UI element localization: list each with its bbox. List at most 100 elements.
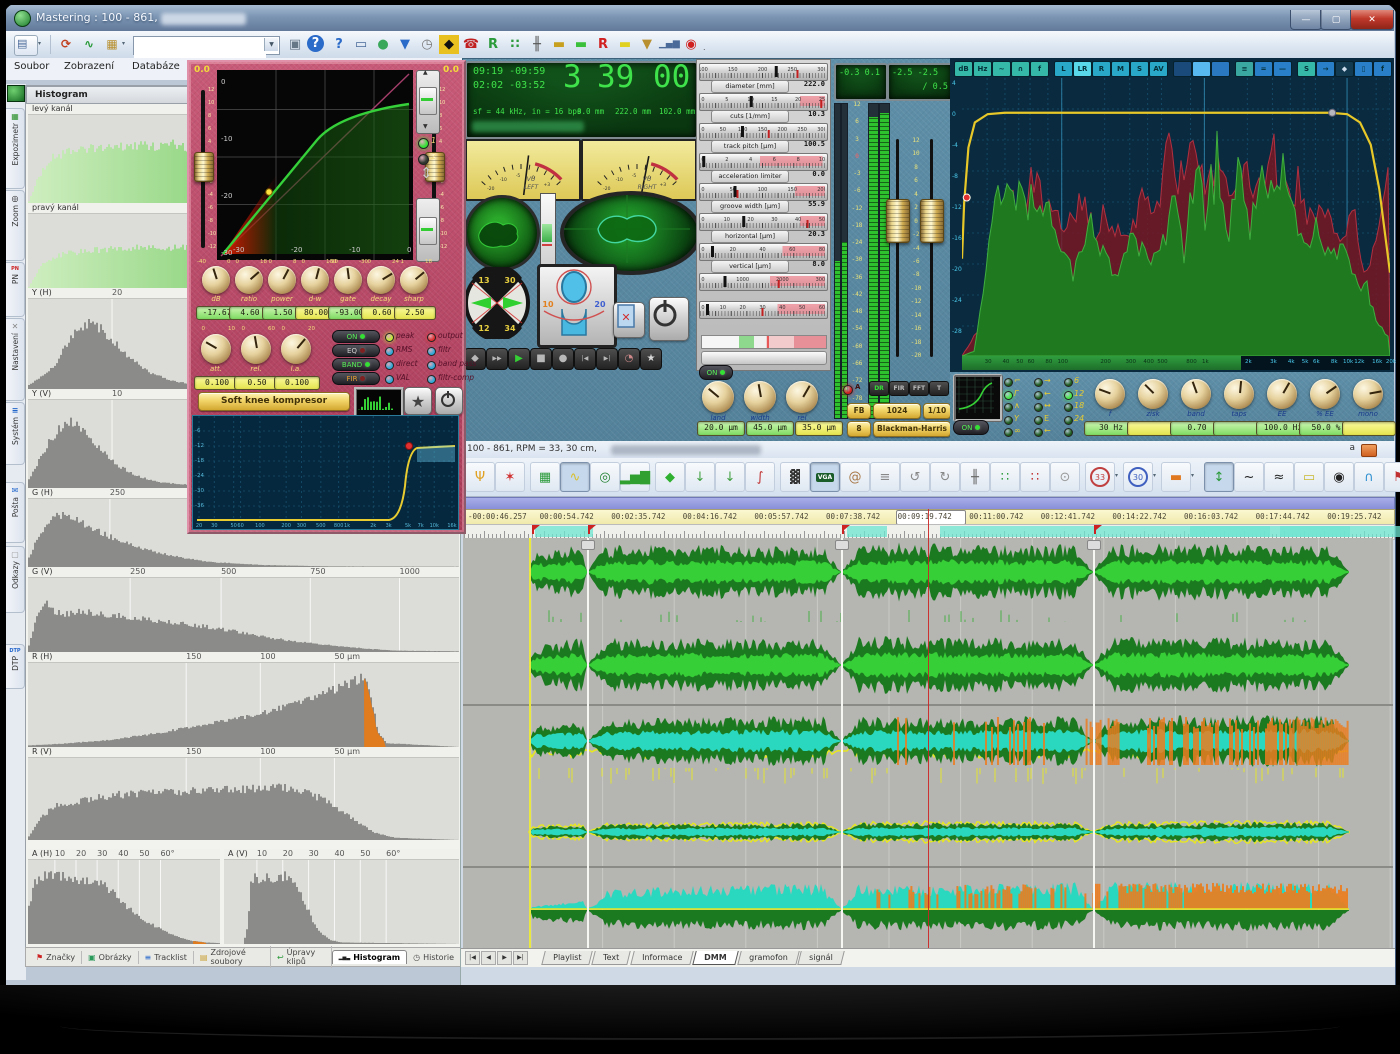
filter-shape-icon[interactable]: ∞ bbox=[1014, 426, 1030, 436]
spectrum-toolbar-button-2[interactable]: ~ bbox=[992, 61, 1011, 77]
record-icon[interactable]: ◉ bbox=[681, 35, 701, 54]
mode-button-T[interactable]: T bbox=[929, 381, 949, 396]
spectrum-toolbar-button-17[interactable]: S bbox=[1297, 61, 1316, 77]
knob-ratio[interactable] bbox=[235, 266, 263, 294]
rpm30-icon[interactable]: 30 bbox=[1123, 462, 1153, 492]
dmm-tab-playlist[interactable]: Playlist bbox=[541, 951, 593, 965]
spectrum-toolbar-button-14[interactable]: ≡ bbox=[1235, 61, 1254, 77]
filter-shape-icon[interactable]: ⌐ bbox=[1014, 376, 1030, 386]
nav-button[interactable]: ▶| bbox=[513, 951, 528, 965]
rpm30-icon-dropdown[interactable]: ▾ bbox=[1153, 472, 1159, 482]
refresh-icon[interactable]: ⟳ bbox=[56, 35, 76, 54]
nav-button[interactable]: ◀ bbox=[481, 951, 496, 965]
r-green-icon[interactable]: R bbox=[483, 35, 503, 54]
dsp-button-1024[interactable]: 1024 bbox=[873, 403, 921, 419]
clip-marker-box[interactable] bbox=[835, 540, 849, 550]
nav-button[interactable]: ▶ bbox=[497, 951, 512, 965]
maximize-button[interactable]: ▢ bbox=[1320, 10, 1352, 30]
mode-button-DR[interactable]: DR bbox=[869, 381, 889, 396]
rpm33-icon-dropdown[interactable]: ▾ bbox=[1115, 472, 1121, 482]
spectrum-toolbar-button-9[interactable]: S bbox=[1130, 61, 1149, 77]
knob-width[interactable] bbox=[744, 381, 776, 413]
dots-grid-icon[interactable]: ∷ bbox=[505, 35, 525, 54]
filter-shape2-icon[interactable]: ← bbox=[1044, 426, 1060, 436]
orange-bars-icon[interactable]: ▬ bbox=[1161, 462, 1191, 492]
main-power-button[interactable] bbox=[649, 297, 689, 341]
knob-rel[interactable] bbox=[786, 381, 818, 413]
filter-shape2-icon[interactable]: E bbox=[1044, 414, 1060, 424]
screen-icon[interactable]: ▭ bbox=[351, 35, 371, 54]
clip-marker-box[interactable] bbox=[1087, 540, 1101, 550]
prev-button[interactable]: |◀ bbox=[574, 348, 596, 370]
flag-blue-icon[interactable]: ▼ bbox=[395, 35, 415, 54]
scroll-thumb[interactable] bbox=[419, 87, 437, 115]
slope-label[interactable]: 12 bbox=[1074, 389, 1090, 399]
tab-úpravy-klipů[interactable]: ↩Úpravy klipů bbox=[271, 946, 332, 968]
vga-icon[interactable]: VGA bbox=[810, 462, 840, 492]
waveform-screen-icon[interactable]: ∿ bbox=[560, 462, 590, 492]
cursor-b-icon[interactable]: ↓ bbox=[715, 462, 745, 492]
dmm-tab-text[interactable]: Text bbox=[592, 951, 632, 965]
levels-icon[interactable]: ▂▅▇ bbox=[620, 462, 650, 492]
side-scrollbar-1[interactable]: ▲▼ bbox=[416, 70, 440, 134]
eq-on-switch[interactable]: ON bbox=[953, 420, 989, 435]
spectrum-toolbar-button-15[interactable]: = bbox=[1254, 61, 1273, 77]
discs-icon[interactable]: ≡ bbox=[870, 462, 900, 492]
spectrum-toolbar-button-1[interactable]: Hz bbox=[973, 61, 992, 77]
dsp-button-BlackmanHarris[interactable]: Blackman-Harris bbox=[873, 421, 951, 437]
updown-arrow-icon[interactable]: ⇕ bbox=[420, 164, 436, 186]
side-scrollbar-2[interactable] bbox=[416, 198, 440, 262]
sidebar-tab-systém[interactable]: ≡Systém bbox=[6, 402, 25, 465]
mode-button-FFT[interactable]: FFT bbox=[909, 381, 929, 396]
filter-shape-icon[interactable]: ∧ bbox=[1014, 401, 1030, 411]
spectrum-toolbar-button-8[interactable]: M bbox=[1111, 61, 1130, 77]
menu-item-databáze[interactable]: Databáze bbox=[132, 61, 190, 77]
sidebar-tab-pn[interactable]: PNPN bbox=[6, 262, 25, 317]
filter-shape-icon[interactable]: Y bbox=[1014, 414, 1030, 424]
print-icon[interactable]: ▣ bbox=[285, 35, 305, 54]
lock-icon[interactable]: ▬ bbox=[549, 35, 569, 54]
y-split-icon[interactable]: Ψ bbox=[465, 462, 495, 492]
spectrum-toolbar-button-20[interactable]: ▯ bbox=[1354, 61, 1373, 77]
search-combobox[interactable]: ▼ bbox=[133, 36, 280, 55]
spectrum-toolbar-button-12[interactable] bbox=[1192, 61, 1211, 77]
spectrum-toolbar-button-7[interactable]: R bbox=[1092, 61, 1111, 77]
bubble-icon[interactable]: ● bbox=[373, 35, 393, 54]
slope-label[interactable]: 6 bbox=[1074, 376, 1090, 386]
slope-label[interactable]: 18 bbox=[1074, 401, 1090, 411]
knob-decay[interactable] bbox=[367, 266, 395, 294]
vinyl-icon[interactable]: ◉ bbox=[1324, 462, 1354, 492]
spectrum-toolbar-button-0[interactable]: dB bbox=[954, 61, 973, 77]
menu-item-zobrazení[interactable]: Zobrazení bbox=[64, 61, 128, 77]
wave2-icon[interactable]: ≈ bbox=[1264, 462, 1294, 492]
close-button[interactable]: ✕ bbox=[1350, 10, 1394, 30]
tab-obrázky[interactable]: ▣Obrázky bbox=[82, 951, 138, 964]
step-icon[interactable]: ∫ bbox=[745, 462, 775, 492]
cursor-a-icon[interactable]: ↓ bbox=[685, 462, 715, 492]
dmm-tab-signál[interactable]: signál bbox=[798, 951, 845, 965]
knob-dB[interactable] bbox=[202, 266, 230, 294]
panel-icon[interactable]: ▭ bbox=[1294, 462, 1324, 492]
knob-% EE[interactable] bbox=[1310, 379, 1340, 409]
spectrum-toolbar-button-3[interactable]: ∩ bbox=[1011, 61, 1030, 77]
hazard-icon[interactable]: ◆ bbox=[439, 35, 459, 54]
stop-button[interactable]: ■ bbox=[530, 348, 552, 370]
knob-d-w[interactable] bbox=[301, 266, 329, 294]
menu-item-soubor[interactable]: Soubor bbox=[14, 61, 60, 77]
fader-handle-left[interactable] bbox=[194, 152, 214, 182]
overflow-dot[interactable]: . bbox=[703, 43, 711, 53]
tab-značky[interactable]: ⚑Značky bbox=[30, 951, 82, 964]
switch-fir[interactable]: FIR bbox=[332, 372, 380, 385]
patch-icon[interactable]: ▓ bbox=[780, 462, 810, 492]
context-help-icon[interactable]: ? bbox=[329, 35, 349, 54]
knob-sharp[interactable] bbox=[400, 266, 428, 294]
combo-dropdown-arrow[interactable]: ▼ bbox=[264, 38, 278, 51]
dots-red-icon[interactable]: ∷ bbox=[1020, 462, 1050, 492]
filter-shape-icon[interactable]: Γ bbox=[1014, 389, 1030, 399]
dsp-button-8[interactable]: 8 bbox=[847, 421, 871, 437]
sidebar-tab-nastavení[interactable]: ✕Nastavení bbox=[6, 318, 25, 401]
spectrum-toolbar-button-5[interactable]: L bbox=[1054, 61, 1073, 77]
knob-EE[interactable] bbox=[1267, 379, 1297, 409]
knob-power[interactable] bbox=[268, 266, 296, 294]
preset-star-button[interactable]: ★ bbox=[404, 387, 432, 415]
